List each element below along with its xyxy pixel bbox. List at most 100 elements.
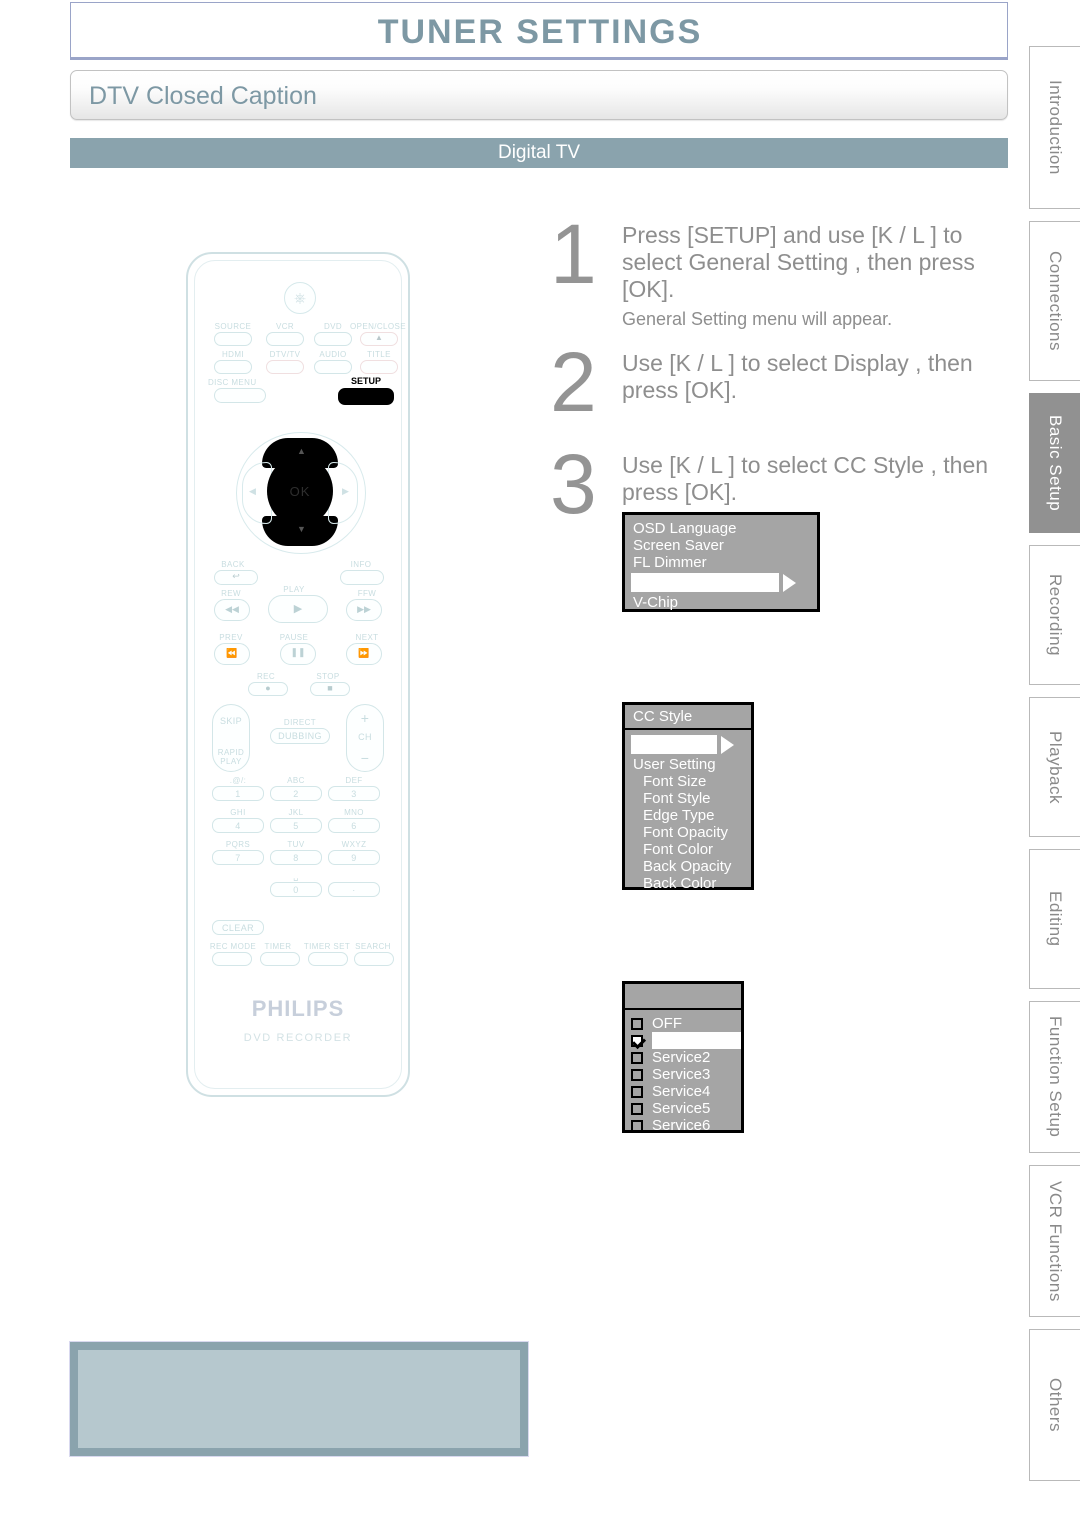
keypad-number-label: 6 [351, 821, 357, 831]
step-2: 2 Use [K / L ] to select Display , then … [550, 340, 1020, 430]
timer-label: TIMER [264, 942, 292, 951]
service-list-label: Service3 [652, 1066, 711, 1083]
step-text-line2: press [OK]. [622, 377, 738, 403]
keypad-number-label: 8 [293, 853, 299, 863]
service-list-label [652, 1032, 741, 1049]
side-tab-label: Basic Setup [1046, 414, 1065, 512]
vcr-label: VCR [275, 322, 295, 331]
service-list-item[interactable]: Service4 [625, 1083, 741, 1100]
dvd-button[interactable] [314, 332, 352, 346]
record-icon: ● [265, 683, 271, 693]
setup-button[interactable] [338, 388, 394, 405]
side-tab-playback[interactable]: Playback [1029, 697, 1080, 837]
open-close-label: OPEN/CLOSE [349, 322, 406, 331]
search-label: SEARCH [355, 942, 391, 951]
osd-row[interactable]: Edge Type [625, 807, 751, 824]
osd-highlight-bar [631, 573, 779, 592]
divider [625, 728, 751, 730]
step-number: 3 [550, 437, 597, 531]
checkbox-icon[interactable] [631, 1017, 643, 1030]
service-list-item[interactable]: Service6 [625, 1117, 741, 1134]
back-arrow-icon: ↩ [232, 571, 240, 581]
timer-button[interactable] [260, 952, 300, 966]
keypad-alpha-label: DEF [345, 776, 363, 785]
service-list-label: OFF [652, 1015, 682, 1032]
skip-label: SKIP [219, 716, 243, 726]
service-list-item[interactable]: Service5 [625, 1100, 741, 1117]
search-button[interactable] [354, 952, 394, 966]
osd-row[interactable]: Back Color [625, 875, 751, 892]
checkbox-icon[interactable] [631, 1068, 643, 1081]
side-tab-editing[interactable]: Editing [1029, 849, 1080, 989]
osd-row[interactable]: Font Opacity [625, 824, 751, 841]
osd-row[interactable]: FL Dimmer [625, 554, 817, 571]
checkbox-icon[interactable] [631, 1085, 643, 1098]
disc-menu-label: DISC MENU [208, 378, 257, 387]
side-tab-label: Editing [1046, 891, 1065, 947]
keypad-alpha-label: GHI [230, 808, 246, 817]
osd-row[interactable]: Font Color [625, 841, 751, 858]
chevron-right-icon: ▶ [342, 486, 349, 496]
pause-label: PAUSE [279, 633, 309, 642]
side-tab-others[interactable]: Others [1029, 1329, 1080, 1481]
step-text-line2: press [OK]. [622, 479, 738, 505]
service-list-item[interactable]: OFF [625, 1015, 741, 1032]
step-body: Press [SETUP] and use [K / L ] to select… [622, 222, 1032, 331]
service-list-item[interactable]: Service2 [625, 1049, 741, 1066]
side-tab-recording[interactable]: Recording [1029, 545, 1080, 685]
checkbox-icon[interactable] [631, 1051, 643, 1064]
source-button[interactable] [214, 332, 252, 346]
osd-row[interactable]: Font Size [625, 773, 751, 790]
side-tab-label: Others [1046, 1377, 1065, 1433]
osd-menu-title [625, 984, 741, 1008]
ok-button[interactable]: OK [267, 456, 333, 526]
osd-row[interactable]: Screen Saver [625, 537, 817, 554]
osd-row[interactable]: User Setting [625, 756, 751, 773]
osd-menu-title: CC Style [625, 705, 751, 728]
page-title: TUNER SETTINGS [377, 12, 703, 51]
side-tab-connections[interactable]: Connections [1029, 221, 1080, 381]
side-tab-vcr-functions[interactable]: VCR Functions [1029, 1165, 1080, 1317]
osd-row-highlighted[interactable] [631, 573, 817, 592]
rewind-icon: ◀◀ [225, 604, 239, 614]
side-tab-basic-setup[interactable]: Basic Setup [1029, 393, 1080, 533]
hdmi-button[interactable] [214, 360, 252, 374]
title-button[interactable] [360, 360, 398, 374]
side-tab-label: Connections [1046, 250, 1065, 351]
manual-page: TUNER SETTINGS DTV Closed Caption Digita… [0, 0, 1080, 1526]
osd-row[interactable]: V-Chip [625, 594, 817, 611]
side-tab-introduction[interactable]: Introduction [1029, 46, 1080, 209]
channel-up-label: + [360, 710, 370, 726]
chevron-up-icon: ▲ [297, 446, 306, 456]
osd-row[interactable]: Back Opacity [625, 858, 751, 875]
osd-row-highlighted[interactable] [631, 735, 751, 754]
vcr-button[interactable] [266, 332, 304, 346]
timer-set-button[interactable] [308, 952, 348, 966]
rec-mode-button[interactable] [212, 952, 252, 966]
side-tab-function-setup[interactable]: Function Setup [1029, 1001, 1080, 1153]
checkbox-icon[interactable] [631, 1102, 643, 1115]
step-text-line3: [OK]. [622, 276, 675, 302]
osd-row[interactable]: Font Style [625, 790, 751, 807]
osd-row[interactable]: OSD Language [625, 520, 817, 537]
step-1: 1 Press [SETUP] and use [K / L ] to sele… [550, 212, 1020, 332]
osd-cc-style-menu: CC Style User Setting Font Size Font Sty… [622, 702, 754, 892]
checkbox-checked-icon[interactable] [631, 1034, 643, 1047]
service-list-item[interactable]: Service3 [625, 1066, 741, 1083]
stop-icon: ■ [327, 683, 333, 693]
rec-label: REC [256, 672, 276, 681]
chevron-left-icon: ◀ [249, 486, 256, 496]
rew-label: REW [221, 589, 241, 598]
disc-menu-button[interactable] [214, 388, 266, 403]
audio-button[interactable] [314, 360, 352, 374]
next-track-icon: ⏩ [358, 648, 370, 658]
pause-icon: ❚❚ [290, 647, 306, 657]
audio-label: AUDIO [319, 350, 347, 359]
dtv-tv-button[interactable] [266, 360, 304, 374]
side-tab-label: Playback [1046, 730, 1065, 804]
step-note: General Setting menu will appear. [622, 309, 893, 329]
checkbox-icon[interactable] [631, 1119, 643, 1132]
info-button[interactable] [340, 570, 384, 585]
eject-icon: ▲ [375, 333, 383, 342]
service-list-item[interactable] [625, 1032, 741, 1049]
